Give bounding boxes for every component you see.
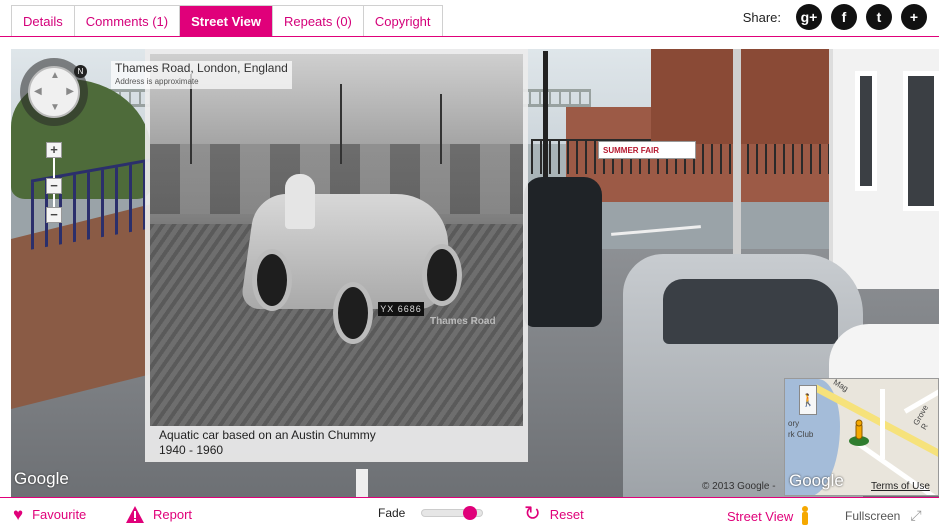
map-road — [880, 389, 885, 459]
photo-wheel — [422, 244, 462, 306]
fade-slider[interactable] — [421, 506, 483, 520]
zoom-track — [53, 194, 55, 207]
address-line: Thames Road, London, England — [115, 61, 288, 75]
pan-control-inner[interactable]: ▲ ▼ ◀ ▶ — [28, 66, 80, 118]
photo-watermark: Thames Road — [430, 316, 496, 327]
pan-up-icon[interactable]: ▲ — [50, 71, 60, 81]
summer-fair-banner: SUMMER FAIR — [598, 141, 696, 159]
historic-photo: YX 6686 Thames Road — [150, 54, 523, 426]
pan-left-icon[interactable]: ◀ — [34, 87, 42, 97]
google-plus-icon[interactable]: g+ — [796, 4, 822, 30]
mini-map[interactable]: Mag ory rk Club Grove R 🚶 Google — [784, 378, 939, 496]
twitter-icon[interactable]: t — [866, 4, 892, 30]
street-view-label: Street View — [727, 508, 794, 524]
zoom-in-button[interactable]: + — [46, 142, 62, 158]
caption-date: 1940 - 1960 — [159, 443, 224, 457]
window — [855, 71, 877, 191]
zoom-control: + − − — [46, 142, 62, 223]
pan-down-icon[interactable]: ▼ — [50, 103, 60, 113]
window — [903, 71, 939, 211]
photo-driver — [285, 174, 315, 229]
historic-photo-overlay[interactable]: YX 6686 Thames Road Aquatic car based on… — [145, 49, 528, 462]
road-marking — [356, 469, 368, 497]
map-google-logo: Google — [789, 471, 844, 490]
tab-comments[interactable]: Comments (1) — [74, 6, 181, 37]
fullscreen-label: Fullscreen — [845, 508, 901, 523]
fullscreen-button[interactable]: Fullscreen ⤢ — [845, 507, 922, 524]
google-logo: Google — [14, 469, 69, 488]
pegman-small-icon — [802, 506, 809, 525]
top-divider — [0, 36, 939, 37]
fullscreen-icon: ⤢ — [910, 507, 922, 523]
street-view-marker-icon — [849, 419, 869, 446]
heart-icon: ♥ — [13, 505, 24, 524]
map-label: ory — [788, 419, 800, 428]
fade-label: Fade — [378, 506, 406, 520]
car-windshield — [663, 279, 838, 344]
map-copyright: © 2013 Google - — [702, 481, 776, 492]
reset-icon: ↻ — [524, 503, 541, 525]
report-label: Report — [153, 507, 193, 522]
warning-icon — [126, 506, 144, 523]
street-view-button[interactable]: Street View — [727, 506, 811, 526]
photo-wheel — [333, 282, 373, 344]
bottom-toolbar: ♥ Favourite Report Fade ↻ Reset Street V… — [0, 498, 939, 530]
caption-title: Aquatic car based on an Austin Chummy — [159, 428, 376, 442]
road-marking — [611, 225, 701, 236]
report-button[interactable]: Report — [126, 506, 192, 523]
address-note: Address is approximate — [115, 77, 199, 86]
map-label: Mag — [831, 378, 850, 394]
pegman-icon[interactable]: 🚶 — [799, 385, 817, 415]
photo-mast — [340, 84, 342, 164]
building — [651, 49, 831, 144]
zoom-track — [53, 158, 55, 178]
zoom-min-button[interactable]: − — [46, 207, 62, 223]
lamppost — [543, 51, 548, 191]
map-label: rk Club — [788, 430, 814, 439]
reset-label: Reset — [549, 507, 584, 522]
facebook-icon[interactable]: f — [831, 4, 857, 30]
reset-button[interactable]: ↻ Reset — [524, 503, 584, 525]
photo-caption: Aquatic car based on an Austin Chummy 19… — [159, 428, 376, 458]
number-plate: YX 6686 — [378, 302, 424, 316]
pan-right-icon[interactable]: ▶ — [66, 87, 74, 97]
photo-mast — [440, 94, 442, 164]
plus-icon[interactable]: + — [901, 4, 927, 30]
share-bar: Share: g+ f t + — [743, 4, 927, 30]
compass-north-icon[interactable]: N — [74, 65, 87, 78]
tab-repeats[interactable]: Repeats (0) — [272, 6, 364, 37]
fade-slider-handle[interactable] — [463, 506, 477, 520]
tab-details[interactable]: Details — [12, 6, 75, 37]
zoom-out-button[interactable]: − — [46, 178, 62, 194]
tab-street-view[interactable]: Street View — [180, 6, 273, 37]
dark-car — [524, 177, 602, 327]
pole — [733, 49, 741, 259]
share-label: Share: — [742, 9, 781, 25]
photo-wheel — [252, 249, 292, 311]
terms-of-use-link[interactable]: Terms of Use — [871, 481, 930, 492]
favourite-label: Favourite — [32, 507, 87, 522]
favourite-button[interactable]: ♥ Favourite — [13, 506, 86, 523]
address-box: Thames Road, London, England Address is … — [111, 61, 292, 89]
street-view-panorama[interactable]: SUMMER FAIR YX 6686 Thames Road Aquatic … — [11, 49, 939, 497]
tab-bar: Details Comments (1) Street View Repeats… — [11, 5, 443, 37]
house — [829, 49, 939, 289]
tab-copyright[interactable]: Copyright — [363, 6, 442, 37]
